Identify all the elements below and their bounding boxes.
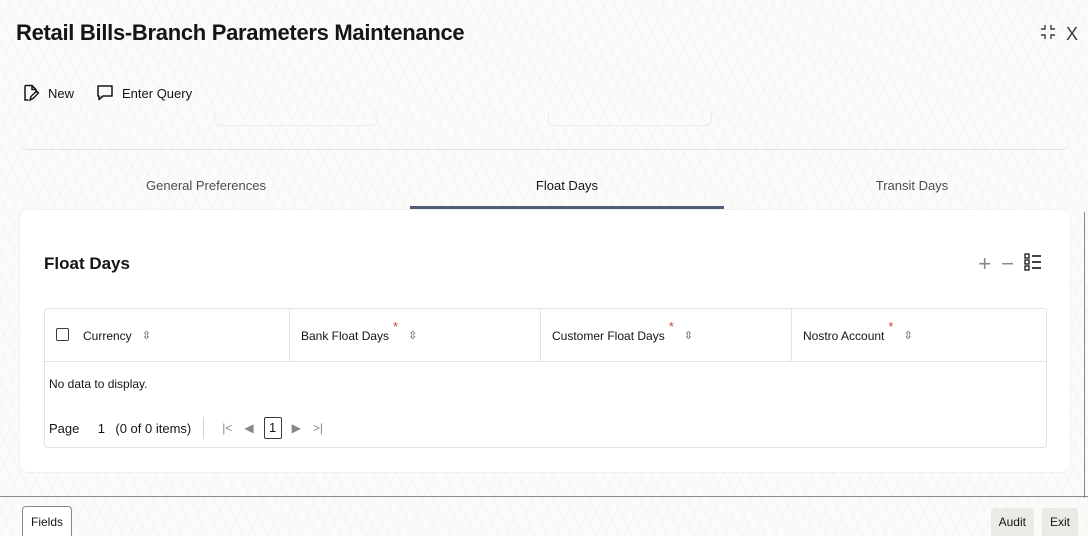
header-field-ghost: [214, 112, 378, 126]
sort-icon[interactable]: ⇳: [903, 329, 912, 342]
column-divider: [289, 309, 290, 362]
required-marker: *: [888, 319, 894, 334]
column-label: Bank Float Days: [301, 328, 390, 343]
header-field-ghost: [548, 112, 712, 126]
remove-row-icon[interactable]: −: [1001, 253, 1014, 275]
pager-divider: [203, 417, 205, 439]
new-button[interactable]: New: [22, 84, 74, 102]
window-controls: X: [1040, 24, 1078, 43]
pagination: Page (0 of 0 items) |< ◀ 1 ▶ >|: [49, 415, 329, 441]
first-page-icon[interactable]: |<: [222, 421, 232, 435]
section-title: Float Days: [44, 254, 130, 273]
required-marker: *: [393, 319, 399, 334]
select-all-checkbox[interactable]: [56, 328, 69, 341]
maximize-icon-svg: [1040, 25, 1055, 39]
float-days-table: Currency ⇳ Bank Float Days * ⇳ Customer …: [44, 308, 1047, 448]
column-divider: [540, 309, 541, 362]
footer-actions: Audit Exit: [990, 508, 1078, 536]
tab-general-preferences[interactable]: General Preferences: [49, 170, 363, 210]
exit-button[interactable]: Exit: [1041, 508, 1078, 536]
audit-button[interactable]: Audit: [990, 508, 1034, 536]
column-label: Nostro Account: [803, 328, 885, 343]
required-marker: *: [668, 319, 674, 334]
grid-actions: + −: [978, 252, 1042, 276]
previous-page-icon[interactable]: ◀: [244, 421, 253, 435]
tab-float-days[interactable]: Float Days: [410, 170, 724, 210]
new-document-icon: [24, 84, 40, 102]
maximize-icon[interactable]: [1040, 24, 1056, 43]
columns-icon[interactable]: [1024, 252, 1042, 276]
tab-bar: General Preferences Float Days Transit D…: [0, 170, 1088, 210]
column-divider: [791, 309, 792, 362]
page-title: Retail Bills-Branch Parameters Maintenan…: [16, 20, 465, 45]
tab-transit-days[interactable]: Transit Days: [755, 170, 1069, 210]
sort-icon[interactable]: ⇳: [684, 329, 693, 342]
next-page-icon[interactable]: ▶: [292, 421, 301, 435]
page-info: (0 of 0 items): [115, 420, 192, 436]
add-row-icon[interactable]: +: [978, 253, 991, 275]
sort-icon[interactable]: ⇳: [408, 329, 417, 342]
empty-message: No data to display.: [49, 377, 148, 391]
list-columns-icon: [1024, 253, 1041, 271]
column-header-nostro-account[interactable]: Nostro Account * ⇳: [803, 309, 913, 362]
query-icon: [97, 85, 113, 101]
enter-query-button-label: Enter Query: [122, 85, 193, 101]
column-header-bank-float-days[interactable]: Bank Float Days * ⇳: [301, 309, 417, 362]
column-header-customer-float-days[interactable]: Customer Float Days * ⇳: [552, 309, 693, 362]
close-icon[interactable]: X: [1066, 25, 1078, 43]
new-button-label: New: [48, 85, 75, 101]
page-label: Page: [49, 420, 80, 436]
sort-icon[interactable]: ⇳: [142, 329, 151, 342]
last-page-icon[interactable]: >|: [313, 421, 323, 435]
column-header-currency[interactable]: Currency ⇳: [83, 309, 151, 362]
footer-divider: [0, 496, 1088, 497]
current-page-button[interactable]: 1: [263, 417, 282, 439]
page-number-input[interactable]: [87, 415, 116, 441]
fields-button[interactable]: Fields: [22, 506, 72, 536]
header-section: [20, 110, 1070, 150]
panel-scrollbar[interactable]: [1084, 212, 1085, 498]
table-header: Currency ⇳ Bank Float Days * ⇳ Customer …: [45, 309, 1046, 362]
enter-query-button[interactable]: Enter Query: [96, 84, 192, 102]
column-label: Customer Float Days: [552, 328, 665, 343]
column-label: Currency: [83, 328, 132, 343]
toolbar: New Enter Query: [22, 84, 192, 102]
